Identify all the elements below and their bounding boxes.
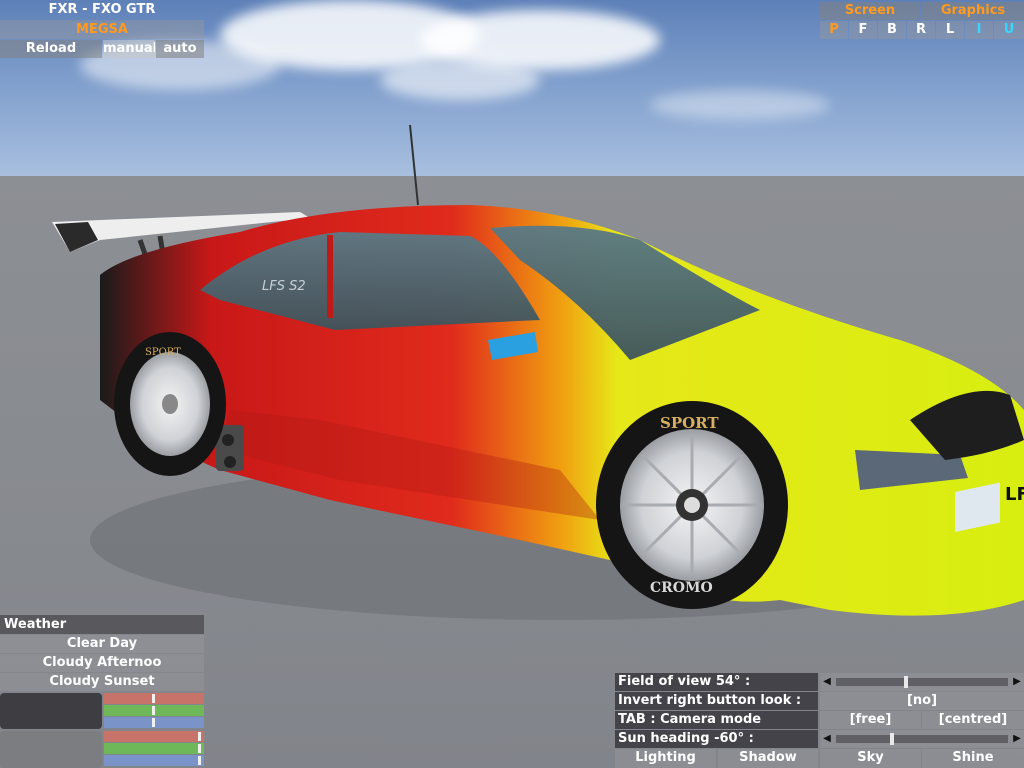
weather-option-cloudy-afternoon[interactable]: Cloudy Afternoo	[0, 654, 204, 672]
tab-lighting[interactable]: Lighting	[615, 749, 716, 768]
view-button-i[interactable]: I	[965, 21, 993, 39]
camera-mode-label: TAB : Camera mode	[615, 711, 818, 729]
sun-heading-label: Sun heading -60° :	[615, 730, 818, 748]
fov-label: Field of view 54° :	[615, 673, 818, 691]
camera-mode-free-button[interactable]: [free]	[820, 711, 921, 729]
sun-left-arrow-icon[interactable]: ◀	[820, 730, 834, 748]
tab-shine[interactable]: Shine	[922, 749, 1024, 768]
sun-color-swatch	[0, 731, 102, 768]
car-model: LFS S2 LFS SPORT SPORT CROMO	[52, 124, 1024, 620]
sun-green-slider[interactable]	[104, 743, 204, 754]
auto-button[interactable]: auto	[156, 40, 204, 58]
tyre-brand-front-lower: CROMO	[650, 580, 713, 596]
view-button-p[interactable]: P	[820, 21, 848, 39]
window-decal: LFS S2	[262, 279, 306, 294]
sun-right-arrow-icon[interactable]: ▶	[1010, 730, 1024, 748]
weather-option-clear-day[interactable]: Clear Day	[0, 635, 204, 653]
ambient-red-slider[interactable]	[104, 693, 204, 704]
ambient-green-slider[interactable]	[104, 705, 204, 716]
tab-sky[interactable]: Sky	[820, 749, 921, 768]
reload-button[interactable]: Reload	[0, 40, 102, 58]
view-button-l[interactable]: L	[936, 21, 964, 39]
mode-label: MEGSA	[0, 20, 204, 39]
view-button-u[interactable]: U	[994, 21, 1024, 39]
plate-decal: LFS	[1005, 484, 1024, 505]
fov-right-arrow-icon[interactable]: ▶	[1010, 673, 1024, 691]
sun-heading-slider-thumb[interactable]	[890, 733, 894, 745]
tyre-brand-front: SPORT	[660, 414, 719, 432]
fov-slider-thumb[interactable]	[904, 676, 908, 688]
view-button-f[interactable]: F	[849, 21, 877, 39]
weather-header: Weather	[0, 615, 204, 634]
sun-red-slider[interactable]	[104, 731, 204, 742]
invert-look-toggle[interactable]: [no]	[820, 692, 1024, 710]
view-button-b[interactable]: B	[878, 21, 906, 39]
weather-option-cloudy-sunset[interactable]: Cloudy Sunset	[0, 673, 204, 691]
fov-slider[interactable]: ◀ ▶	[820, 673, 1024, 691]
tab-shadow[interactable]: Shadow	[718, 749, 818, 768]
manual-button[interactable]: manual	[103, 40, 155, 58]
sun-heading-slider[interactable]: ◀ ▶	[820, 730, 1024, 748]
graphics-button[interactable]: Graphics	[922, 2, 1024, 20]
invert-look-label: Invert right button look :	[615, 692, 818, 710]
fov-left-arrow-icon[interactable]: ◀	[820, 673, 834, 691]
camera-mode-centred-button[interactable]: [centred]	[922, 711, 1024, 729]
car-title: FXR - FXO GTR	[48, 2, 156, 17]
screen-button[interactable]: Screen	[820, 2, 920, 20]
ambient-color-swatch	[0, 693, 102, 729]
sun-blue-slider[interactable]	[104, 755, 204, 766]
tyre-brand-rear: SPORT	[145, 347, 181, 358]
ambient-blue-slider[interactable]	[104, 717, 204, 728]
view-button-r[interactable]: R	[907, 21, 935, 39]
